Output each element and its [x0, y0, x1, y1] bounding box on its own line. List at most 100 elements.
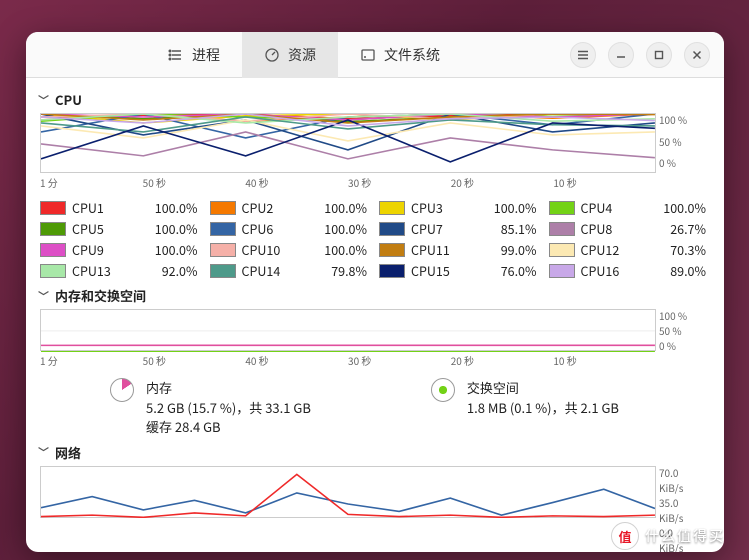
cpu-value: 92.0% — [126, 261, 202, 280]
tab-resources[interactable]: 资源 — [242, 32, 338, 78]
color-swatch — [40, 264, 66, 278]
cpu-value: 26.7% — [635, 219, 711, 238]
color-swatch — [379, 222, 405, 236]
cpu-name: CPU11 — [411, 240, 459, 259]
cpu-name: CPU9 — [72, 240, 120, 259]
cpu-value: 100.0% — [635, 198, 711, 217]
memory-section-header[interactable]: ﹀ 内存和交换空间 — [38, 286, 712, 305]
tab-processes-label: 进程 — [192, 45, 220, 65]
gauge-icon — [264, 47, 280, 63]
content-area: ﹀ CPU 100 % 50 % 0 % 1 分 50 秒 40 秒 30 秒 … — [26, 78, 724, 552]
memory-chart: 100 % 50 % 0 % — [40, 309, 656, 351]
cpu-y-axis: 100 % 50 % 0 % — [659, 112, 699, 170]
cpu-value: 100.0% — [296, 198, 372, 217]
memory-pie-icon — [110, 378, 134, 402]
cpu-legend-item[interactable]: CPU4 100.0% — [549, 198, 711, 217]
cpu-legend-item[interactable]: CPU6 100.0% — [210, 219, 372, 238]
cpu-legend-item[interactable]: CPU1 100.0% — [40, 198, 202, 217]
cpu-name: CPU3 — [411, 198, 459, 217]
color-swatch — [210, 243, 236, 257]
cpu-legend-item[interactable]: CPU5 100.0% — [40, 219, 202, 238]
list-icon — [168, 47, 184, 63]
cpu-name: CPU16 — [581, 261, 629, 280]
swap-usage: 1.8 MB (0.1 %)，共 2.1 GB — [467, 398, 619, 418]
cpu-value: 99.0% — [465, 240, 541, 259]
tab-filesystems[interactable]: 文件系统 — [338, 32, 462, 78]
color-swatch — [210, 264, 236, 278]
tab-processes[interactable]: 进程 — [146, 32, 242, 78]
cpu-name: CPU15 — [411, 261, 459, 280]
cpu-value: 100.0% — [296, 240, 372, 259]
watermark-text: 什么值得买 — [645, 526, 725, 546]
color-swatch — [379, 264, 405, 278]
network-section-header[interactable]: ﹀ 网络 — [38, 443, 712, 462]
memory-block: 内存 5.2 GB (15.7 %)，共 33.1 GB 缓存 28.4 GB — [110, 378, 311, 437]
cpu-legend-item[interactable]: CPU15 76.0% — [379, 261, 541, 280]
cpu-legend-item[interactable]: CPU2 100.0% — [210, 198, 372, 217]
tab-bar: 进程 资源 文件系统 — [146, 32, 462, 78]
memory-section-title: 内存和交换空间 — [55, 286, 146, 305]
cpu-value: 100.0% — [296, 219, 372, 238]
cpu-legend-item[interactable]: CPU13 92.0% — [40, 261, 202, 280]
swap-title: 交换空间 — [467, 378, 619, 398]
color-swatch — [379, 243, 405, 257]
cpu-legend-item[interactable]: CPU3 100.0% — [379, 198, 541, 217]
cpu-legend-item[interactable]: CPU7 85.1% — [379, 219, 541, 238]
cpu-name: CPU5 — [72, 219, 120, 238]
memory-stats: 内存 5.2 GB (15.7 %)，共 33.1 GB 缓存 28.4 GB … — [38, 378, 712, 437]
cpu-name: CPU7 — [411, 219, 459, 238]
cpu-name: CPU14 — [242, 261, 290, 280]
color-swatch — [549, 222, 575, 236]
cpu-legend-item[interactable]: CPU16 89.0% — [549, 261, 711, 280]
cpu-value: 100.0% — [465, 198, 541, 217]
cpu-legend-item[interactable]: CPU9 100.0% — [40, 240, 202, 259]
network-y-axis: 70.0 KiB/s 35.0 KiB/s 0.0 KiB/s — [659, 465, 699, 515]
cpu-legend-item[interactable]: CPU12 70.3% — [549, 240, 711, 259]
cpu-name: CPU2 — [242, 198, 290, 217]
memory-usage: 5.2 GB (15.7 %)，共 33.1 GB — [146, 398, 311, 418]
cpu-section-header[interactable]: ﹀ CPU — [38, 90, 712, 109]
cpu-name: CPU13 — [72, 261, 120, 280]
color-swatch — [40, 243, 66, 257]
memory-y-axis: 100 % 50 % 0 % — [659, 308, 699, 348]
system-monitor-window: 进程 资源 文件系统 — [26, 32, 724, 552]
cpu-legend-item[interactable]: CPU10 100.0% — [210, 240, 372, 259]
memory-cache: 缓存 28.4 GB — [146, 417, 311, 437]
cpu-value: 85.1% — [465, 219, 541, 238]
window-controls — [570, 42, 710, 68]
chevron-down-icon: ﹀ — [38, 444, 49, 460]
close-button[interactable] — [684, 42, 710, 68]
color-swatch — [549, 243, 575, 257]
tab-filesystems-label: 文件系统 — [384, 45, 440, 65]
network-chart: 70.0 KiB/s 35.0 KiB/s 0.0 KiB/s — [40, 466, 656, 518]
cpu-value: 100.0% — [126, 240, 202, 259]
chevron-down-icon: ﹀ — [38, 288, 49, 304]
tab-resources-label: 资源 — [288, 45, 316, 65]
cpu-value: 70.3% — [635, 240, 711, 259]
cpu-name: CPU8 — [581, 219, 629, 238]
swap-block: 交换空间 1.8 MB (0.1 %)，共 2.1 GB — [431, 378, 619, 437]
memory-title: 内存 — [146, 378, 311, 398]
watermark: 值 什么值得买 — [611, 522, 725, 550]
memory-x-axis: 1 分 50 秒 40 秒 30 秒 20 秒 10 秒 — [40, 353, 656, 368]
cpu-section-title: CPU — [55, 90, 82, 109]
minimize-button[interactable] — [608, 42, 634, 68]
color-swatch — [210, 222, 236, 236]
network-section-title: 网络 — [55, 443, 81, 462]
cpu-legend-item[interactable]: CPU8 26.7% — [549, 219, 711, 238]
cpu-name: CPU10 — [242, 240, 290, 259]
swap-pie-icon — [431, 378, 455, 402]
cpu-value: 76.0% — [465, 261, 541, 280]
color-swatch — [40, 201, 66, 215]
color-swatch — [379, 201, 405, 215]
chevron-down-icon: ﹀ — [38, 92, 49, 108]
cpu-value: 100.0% — [126, 198, 202, 217]
cpu-legend-item[interactable]: CPU11 99.0% — [379, 240, 541, 259]
cpu-legend-item[interactable]: CPU14 79.8% — [210, 261, 372, 280]
cpu-chart: 100 % 50 % 0 % — [40, 113, 656, 173]
menu-button[interactable] — [570, 42, 596, 68]
cpu-legend: CPU1 100.0% CPU2 100.0% CPU3 100.0% CPU4… — [40, 198, 710, 280]
cpu-value: 89.0% — [635, 261, 711, 280]
cpu-name: CPU4 — [581, 198, 629, 217]
maximize-button[interactable] — [646, 42, 672, 68]
